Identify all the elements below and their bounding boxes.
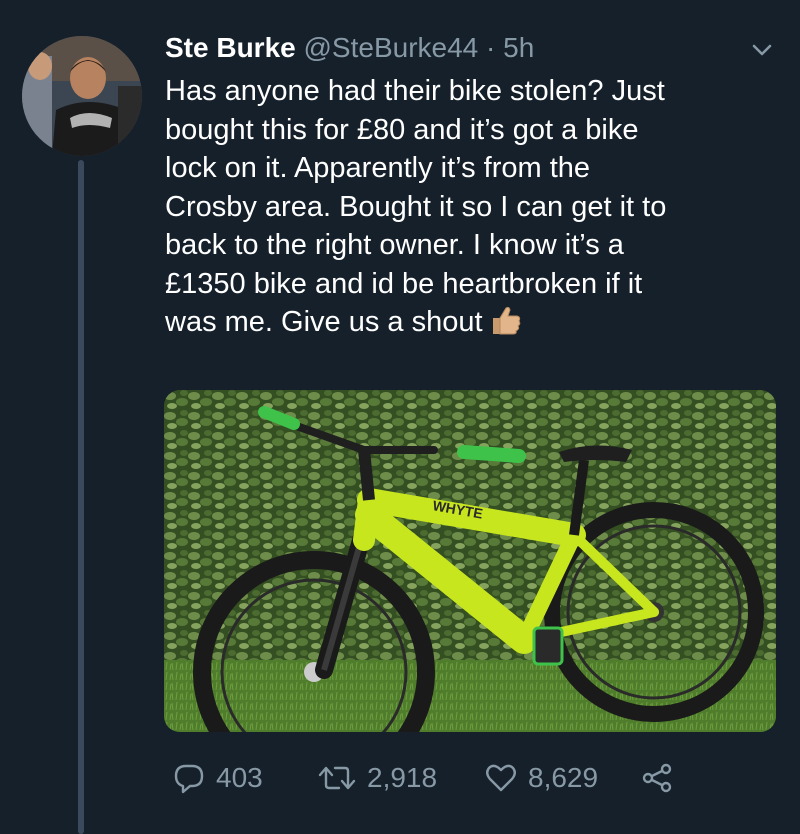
chevron-down-icon (752, 44, 772, 56)
thumbs-up-icon (489, 303, 523, 348)
timestamp[interactable]: 5h (503, 32, 534, 63)
share-icon (642, 763, 672, 793)
tweet-text: Has anyone had their bike stolen? Just b… (165, 72, 765, 348)
like-button[interactable]: 8,629 (484, 758, 598, 798)
tweet-text-line: £1350 bike and id be heartbroken if it (165, 267, 643, 300)
tweet-actions: 403 2,918 8,629 (172, 758, 772, 798)
tweet-image[interactable]: WHYTE (164, 390, 776, 732)
user-handle[interactable]: @SteBurke44 (304, 32, 479, 63)
tweet-text-line: Has anyone had their bike stolen? Just (165, 75, 665, 107)
more-options-button[interactable] (748, 36, 776, 64)
thread-line (78, 160, 84, 834)
separator: · (486, 32, 496, 63)
like-count: 8,629 (528, 762, 599, 793)
retweet-button[interactable]: 2,918 (317, 758, 437, 798)
tweet-text-line: Crosby area. Bought it so I can get it t… (165, 190, 667, 223)
heart-icon (486, 764, 516, 792)
display-name[interactable]: Ste Burke (165, 32, 296, 63)
avatar[interactable] (22, 36, 142, 156)
share-button[interactable] (640, 758, 684, 798)
reply-count: 403 (216, 762, 263, 793)
tweet-text-line: was me. Give us a shout (165, 306, 483, 338)
bike-photo: WHYTE (164, 390, 776, 732)
retweet-icon (318, 766, 356, 790)
tweet-text-line: back to the right owner. I know it’s a (165, 229, 624, 261)
reply-icon (174, 764, 204, 794)
avatar-photo-icon (22, 36, 142, 156)
tweet-text-line: bought this for £80 and it’s got a bike (165, 113, 639, 146)
tweet-header: Ste Burke @SteBurke44 · 5h (165, 30, 740, 66)
reply-button[interactable]: 403 (172, 758, 263, 798)
tweet-text-line-last: was me. Give us a shout (165, 303, 765, 348)
retweet-count: 2,918 (367, 762, 438, 793)
tweet-text-line: lock on it. Apparently it’s from the (165, 152, 591, 184)
